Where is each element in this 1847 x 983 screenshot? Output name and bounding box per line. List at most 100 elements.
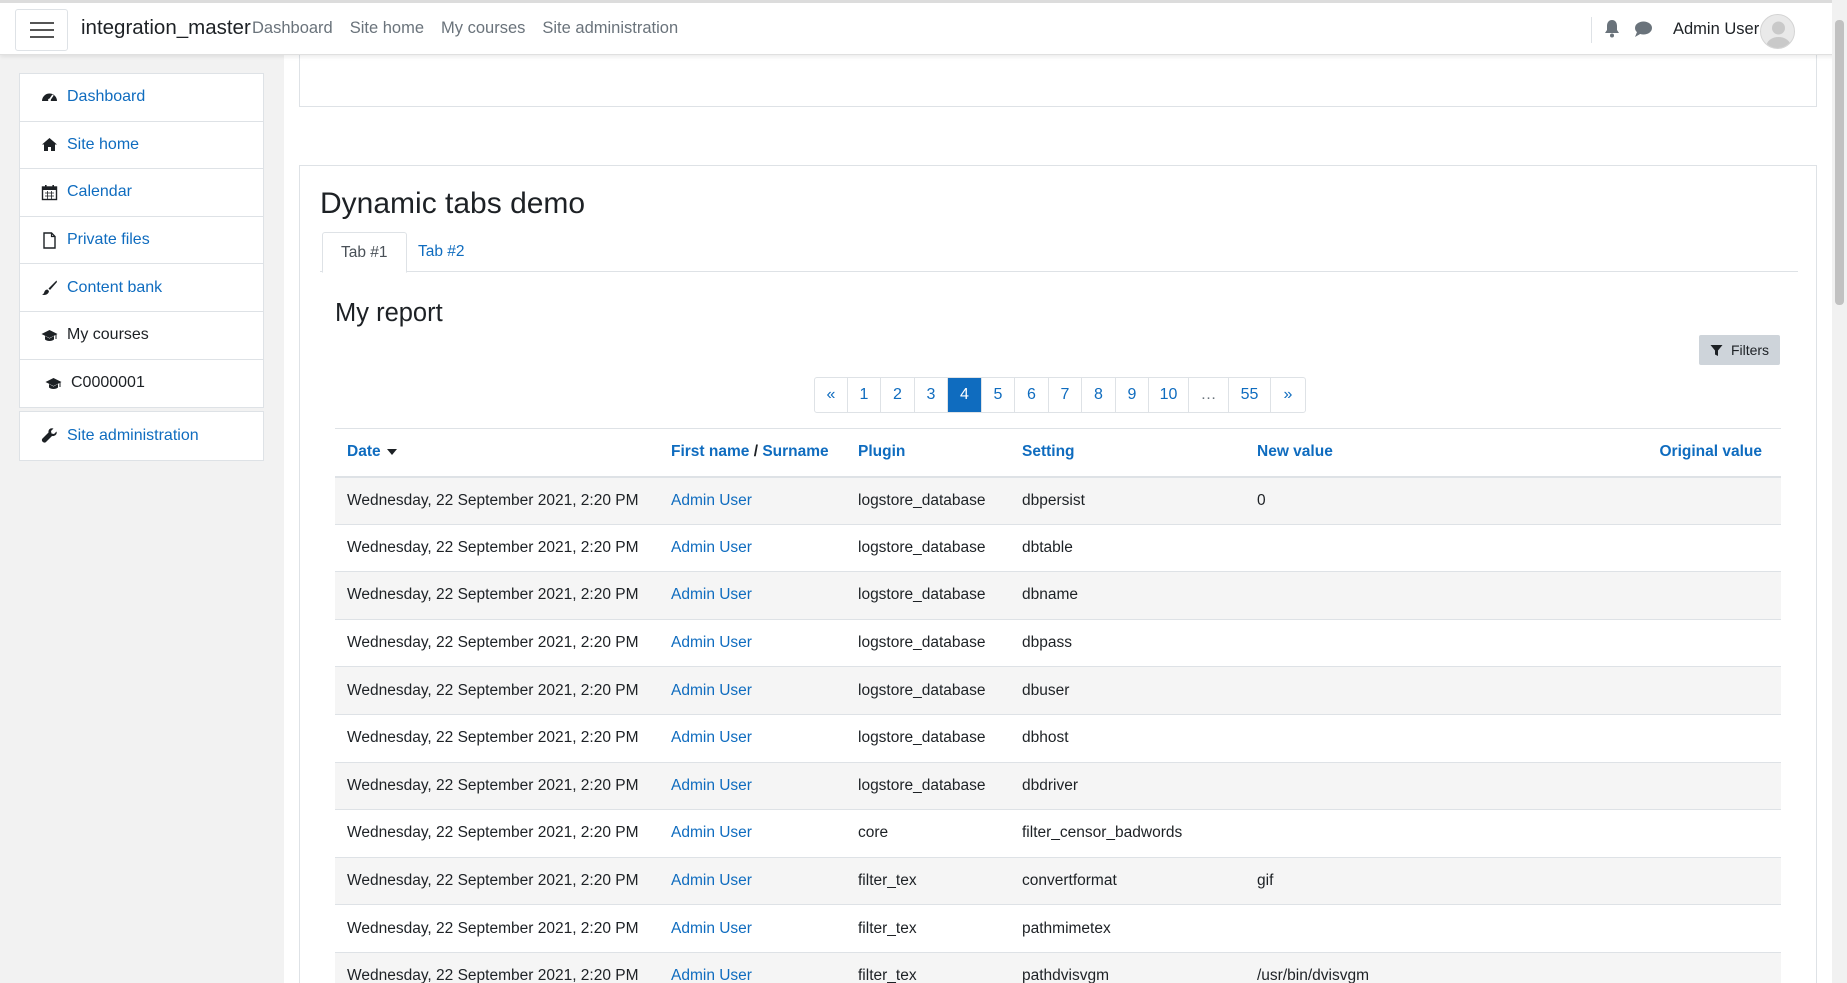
page-9[interactable]: 9 — [1116, 378, 1149, 412]
pagination: « 1 2 3 4 5 6 7 8 9 10 … 55 » — [814, 377, 1306, 413]
cell-date: Wednesday, 22 September 2021, 2:20 PM — [347, 586, 639, 604]
cell-original-value — [1513, 572, 1781, 620]
cell-new-value: gif — [1257, 872, 1274, 890]
cell-plugin: filter_tex — [858, 872, 917, 890]
sidebar-item-content-bank[interactable]: Content bank — [20, 264, 263, 312]
cell-plugin: logstore_database — [858, 729, 986, 747]
cell-new-value — [1245, 667, 1513, 715]
page-7[interactable]: 7 — [1049, 378, 1082, 412]
cell-plugin: filter_tex — [858, 919, 917, 937]
sidebar-item-label: Site home — [67, 135, 140, 153]
sidebar-item-site-home[interactable]: Site home — [20, 122, 263, 170]
page-prev[interactable]: « — [815, 378, 848, 412]
user-link[interactable]: Admin User — [671, 682, 752, 699]
sidebar-item-label: Calendar — [67, 183, 132, 201]
filters-button[interactable]: Filters — [1699, 335, 1780, 365]
cell-new-value — [1245, 524, 1513, 572]
page-10[interactable]: 10 — [1149, 378, 1189, 412]
user-link[interactable]: Admin User — [671, 634, 752, 651]
user-menu-name[interactable]: Admin User — [1673, 20, 1759, 39]
page-8[interactable]: 8 — [1082, 378, 1116, 412]
sidebar-item-calendar[interactable]: Calendar — [20, 169, 263, 217]
scrollbar-thumb[interactable] — [1835, 20, 1844, 305]
sidebar-item-my-courses[interactable]: My courses — [20, 312, 263, 360]
sidebar-item-dashboard[interactable]: Dashboard — [20, 74, 263, 122]
nav-link-site-home[interactable]: Site home — [350, 19, 424, 38]
cell-original-value — [1513, 667, 1781, 715]
page-3[interactable]: 3 — [915, 378, 948, 412]
cell-setting: dbname — [1022, 586, 1079, 604]
sidebar-item-label: Dashboard — [67, 88, 146, 106]
page-next[interactable]: » — [1271, 378, 1305, 412]
tab-2[interactable]: Tab #2 — [400, 232, 483, 273]
cell-plugin: logstore_database — [858, 491, 986, 509]
page-1[interactable]: 1 — [848, 378, 881, 412]
cell-original-value — [1513, 477, 1781, 525]
sidebar-item-site-administration[interactable]: Site administration — [20, 412, 263, 460]
tab-bar: Tab #1 Tab #2 — [320, 232, 1798, 273]
sort-surname-link[interactable]: Surname — [762, 443, 828, 460]
main-region: Dynamic tabs demo Tab #1 Tab #2 My repor… — [284, 53, 1832, 983]
home-icon — [42, 138, 57, 152]
user-link[interactable]: Admin User — [671, 967, 752, 983]
page-scrollbar[interactable] — [1832, 0, 1847, 983]
cell-new-value — [1245, 810, 1513, 858]
column-header-date[interactable]: Date — [335, 429, 659, 477]
user-link[interactable]: Admin User — [671, 492, 752, 509]
nav-link-site-administration[interactable]: Site administration — [542, 19, 678, 38]
hamburger-icon — [30, 22, 54, 24]
user-link[interactable]: Admin User — [671, 824, 752, 841]
tab-1[interactable]: Tab #1 — [322, 232, 407, 273]
page-4-current[interactable]: 4 — [948, 378, 982, 412]
brush-icon — [42, 280, 57, 296]
column-header-new-value[interactable]: New value — [1245, 429, 1513, 477]
messages-chat-icon[interactable] — [1634, 20, 1653, 38]
user-link[interactable]: Admin User — [671, 586, 752, 603]
column-header-original-value[interactable]: Original value — [1513, 429, 1781, 477]
cell-date: Wednesday, 22 September 2021, 2:20 PM — [347, 681, 639, 699]
user-link[interactable]: Admin User — [671, 872, 752, 889]
sort-first-name-link[interactable]: First name — [671, 443, 749, 460]
user-link[interactable]: Admin User — [671, 539, 752, 556]
cell-new-value — [1245, 572, 1513, 620]
sidebar-item-private-files[interactable]: Private files — [20, 217, 263, 265]
cell-user: Admin User — [659, 619, 846, 667]
notifications-bell-icon[interactable] — [1603, 19, 1621, 39]
nav-drawer-main-group: Dashboard Site home Calendar Private fil… — [19, 73, 264, 409]
sidebar-item-course-c0000001[interactable]: C0000001 — [20, 360, 263, 408]
primary-navigation: Dashboard Site home My courses Site admi… — [252, 19, 678, 38]
column-header-user: First name / Surname — [659, 429, 846, 477]
user-link[interactable]: Admin User — [671, 920, 752, 937]
page-5[interactable]: 5 — [982, 378, 1015, 412]
column-header-setting[interactable]: Setting — [1010, 429, 1245, 477]
sidebar-item-label: My courses — [67, 326, 149, 344]
site-brand-link[interactable]: integration_master — [81, 16, 251, 40]
nav-link-my-courses[interactable]: My courses — [441, 19, 525, 38]
drawer-toggle-button[interactable] — [15, 9, 68, 51]
cell-new-value — [1245, 714, 1513, 762]
cell-original-value — [1513, 857, 1781, 905]
page-6[interactable]: 6 — [1015, 378, 1049, 412]
cell-setting: dbpass — [1022, 634, 1072, 652]
page-55[interactable]: 55 — [1229, 378, 1271, 412]
cell-original-value — [1513, 952, 1781, 983]
cell-user: Admin User — [659, 810, 846, 858]
user-link[interactable]: Admin User — [671, 777, 752, 794]
column-header-plugin[interactable]: Plugin — [846, 429, 1010, 477]
user-avatar[interactable] — [1760, 14, 1795, 49]
user-link[interactable]: Admin User — [671, 729, 752, 746]
cell-date: Wednesday, 22 September 2021, 2:20 PM — [347, 538, 639, 556]
cell-plugin: logstore_database — [858, 776, 986, 794]
table-row: Wednesday, 22 September 2021, 2:20 PM Ad… — [335, 810, 1781, 858]
nav-link-dashboard[interactable]: Dashboard — [252, 19, 333, 38]
table-row: Wednesday, 22 September 2021, 2:20 PM Ad… — [335, 952, 1781, 983]
table-row: Wednesday, 22 September 2021, 2:20 PM Ad… — [335, 762, 1781, 810]
page-2[interactable]: 2 — [881, 378, 915, 412]
cell-user: Admin User — [659, 477, 846, 525]
cell-user: Admin User — [659, 762, 846, 810]
graduation-cap-icon — [45, 377, 62, 389]
cell-date: Wednesday, 22 September 2021, 2:20 PM — [347, 872, 639, 890]
page-title: Dynamic tabs demo — [320, 187, 586, 220]
cell-original-value — [1513, 810, 1781, 858]
wrench-icon — [41, 428, 57, 443]
